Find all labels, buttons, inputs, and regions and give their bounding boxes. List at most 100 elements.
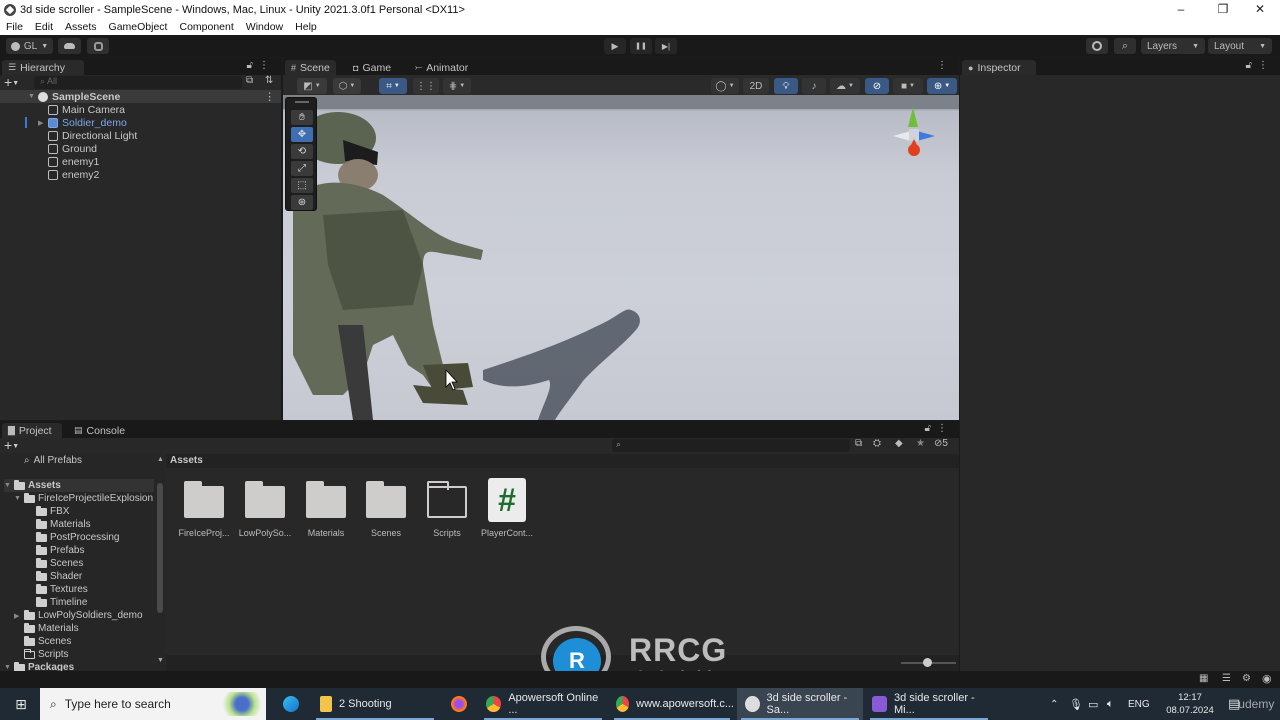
hand-tool-button[interactable]: ✋︎ [291,110,313,125]
search-by-label-icon[interactable]: ⛭ [873,438,881,449]
taskbar-edge[interactable] [278,688,304,720]
tree-scrollbar[interactable] [157,483,163,613]
more-icon[interactable]: ⋮ [937,60,953,71]
scale-tool-button[interactable]: ⤢ [291,161,313,176]
increment-snap-toggle[interactable]: ⋮⋮ [413,78,439,94]
account-dropdown[interactable]: GL ▼ [6,38,53,54]
tag-icon[interactable]: ◆ [895,438,903,449]
tree-item[interactable]: ▶ LowPolySoldiers_demo [14,609,143,622]
step-button[interactable]: ▶| [655,38,677,54]
hierarchy-item[interactable]: enemy1 [0,155,281,168]
draw-mode-dropdown[interactable]: ◩ ▼ [297,78,327,94]
hierarchy-item-selected[interactable]: ▶ Soldier_demo [0,116,281,129]
tree-item[interactable]: ▼ FireIceProjectileExplosion [14,492,153,505]
create-button[interactable]: +▼ [4,74,19,90]
notification-center-button[interactable]: ▤ udemy [1228,688,1274,720]
taskbar-chrome-apowersoft[interactable]: Apowersoft Online ... [480,688,606,720]
language-indicator[interactable]: ENG [1128,688,1150,720]
lock-icon[interactable]: 🔓︎ [247,60,259,71]
favorite-all-prefabs[interactable]: ⌕ All Prefabs [24,454,82,467]
panel-menu[interactable]: 🔓︎⋮ [247,60,275,71]
taskbar-unity[interactable]: 3d side scroller - Sa... [737,688,863,720]
asset-folder[interactable]: Scenes [356,481,416,538]
expand-arrow-icon[interactable]: ▼ [4,664,14,671]
scene-root-row[interactable]: ▼ SampleScene ⋮ [0,90,281,103]
more-icon[interactable]: ⋮ [265,91,276,103]
debug-mode-icon[interactable]: ⚙ [1242,673,1251,684]
hierarchy-search-input[interactable]: ⌕ All [34,76,242,89]
drag-handle[interactable] [295,101,309,103]
expand-arrow-icon[interactable]: ▼ [14,495,24,502]
asset-script[interactable]: # PlayerCont... [477,478,537,538]
more-icon[interactable]: ⋮ [937,423,953,434]
orientation-gizmo[interactable] [889,103,939,173]
lock-icon[interactable]: 🔓︎ [925,423,937,434]
menu-edit[interactable]: Edit [35,21,53,33]
expand-arrow-icon[interactable]: ▼ [28,93,38,100]
menu-help[interactable]: Help [295,21,317,33]
camera-dropdown[interactable]: ■ ▼ [893,78,923,94]
effects-dropdown[interactable]: ☁ ▼ [830,78,860,94]
expand-arrow-icon[interactable]: ▶ [38,119,48,127]
asset-folder[interactable]: Materials [296,481,356,538]
tree-item[interactable]: Scenes [36,557,83,570]
tree-item[interactable]: PostProcessing [36,531,119,544]
scene-visibility-icon[interactable]: ⧉ [246,75,253,86]
gizmo-mode-dropdown[interactable]: ⬡ ▼ [333,78,361,94]
asset-folder[interactable]: FireIceProj... [174,481,234,538]
asset-folder[interactable]: LowPolySo... [235,481,295,538]
search-button[interactable]: ⌕ [1114,38,1136,54]
menu-component[interactable]: Component [179,21,233,33]
tree-item[interactable]: Timeline [36,596,87,609]
start-button[interactable]: ⊞ [8,688,34,720]
scene-visibility-toggle[interactable]: ⊘ [865,78,889,94]
auto-generate-lighting-icon[interactable]: ▦ [1199,673,1208,684]
pause-button[interactable]: ❚❚ [630,38,652,54]
taskbar-file-explorer[interactable]: 2 Shooting [312,688,438,720]
hierarchy-item[interactable]: Ground [0,142,281,155]
gizmos-dropdown[interactable]: ⊕ ▼ [927,78,957,94]
scroll-up-arrow[interactable]: ▲ [157,456,164,463]
create-asset-button[interactable]: +▼ [4,437,19,453]
rect-tool-button[interactable]: ⬚ [291,178,313,193]
hierarchy-item[interactable]: enemy2 [0,168,281,181]
hierarchy-item[interactable]: Directional Light [0,129,281,142]
tree-item[interactable]: Scripts [24,648,69,661]
tab-console[interactable]: ▤ Console [68,423,131,438]
tab-project[interactable]: ▇ Project [2,423,62,438]
sort-icon[interactable]: ⇅ [265,75,273,86]
tree-item[interactable]: Materials [36,518,91,531]
taskbar-chrome-website[interactable]: www.apowersoft.c... [610,688,734,720]
tab-hierarchy[interactable]: ☰ Hierarchy [2,60,84,75]
tab-inspector[interactable]: ● Inspector [962,60,1036,75]
grid-visibility-dropdown[interactable]: ⋕ ▼ [443,78,471,94]
play-button[interactable]: ▶ [604,38,626,54]
scene-viewport[interactable]: ✋︎ ✥ ⟲ ⤢ ⬚ ⊛ [283,95,959,420]
icon-size-slider-handle[interactable] [923,658,932,667]
menu-window[interactable]: Window [246,21,283,33]
cache-server-icon[interactable]: ☰ [1222,673,1231,684]
taskbar-search-input[interactable]: ⌕ Type here to search [40,688,266,720]
tree-item[interactable]: Shader [36,570,82,583]
tree-item[interactable]: Textures [36,583,88,596]
asset-folder[interactable]: Scripts [417,481,477,538]
tree-item[interactable]: FBX [36,505,69,518]
tab-scene[interactable]: # Scene [285,60,336,75]
collab-button[interactable] [87,38,109,54]
favorite-star-icon[interactable]: ★ [916,438,925,449]
expand-arrow-icon[interactable]: ▼ [4,482,14,489]
layout-dropdown[interactable]: Layout ▼ [1208,38,1272,54]
expand-arrow-icon[interactable]: ▶ [14,612,24,620]
microphone-icon[interactable]: 🎙︎ [1069,688,1083,720]
hidden-packages-toggle[interactable]: ⊘5 [934,438,948,449]
taskbar-visual-studio[interactable]: 3d side scroller - Mi... [866,688,992,720]
taskbar-firefox[interactable] [446,688,472,720]
move-tool-button[interactable]: ✥ [291,127,313,142]
scroll-down-arrow[interactable]: ▼ [157,657,164,664]
tree-item-assets[interactable]: ▼ Assets [4,479,154,492]
grid-snap-toggle[interactable]: ⌗ ▼ [379,78,407,94]
restore-button[interactable]: ❐ [1206,0,1240,19]
2d-toggle[interactable]: 2D [743,78,769,94]
menu-gameobject[interactable]: GameObject [109,21,168,33]
project-search-input[interactable]: ⌕ [612,439,850,452]
